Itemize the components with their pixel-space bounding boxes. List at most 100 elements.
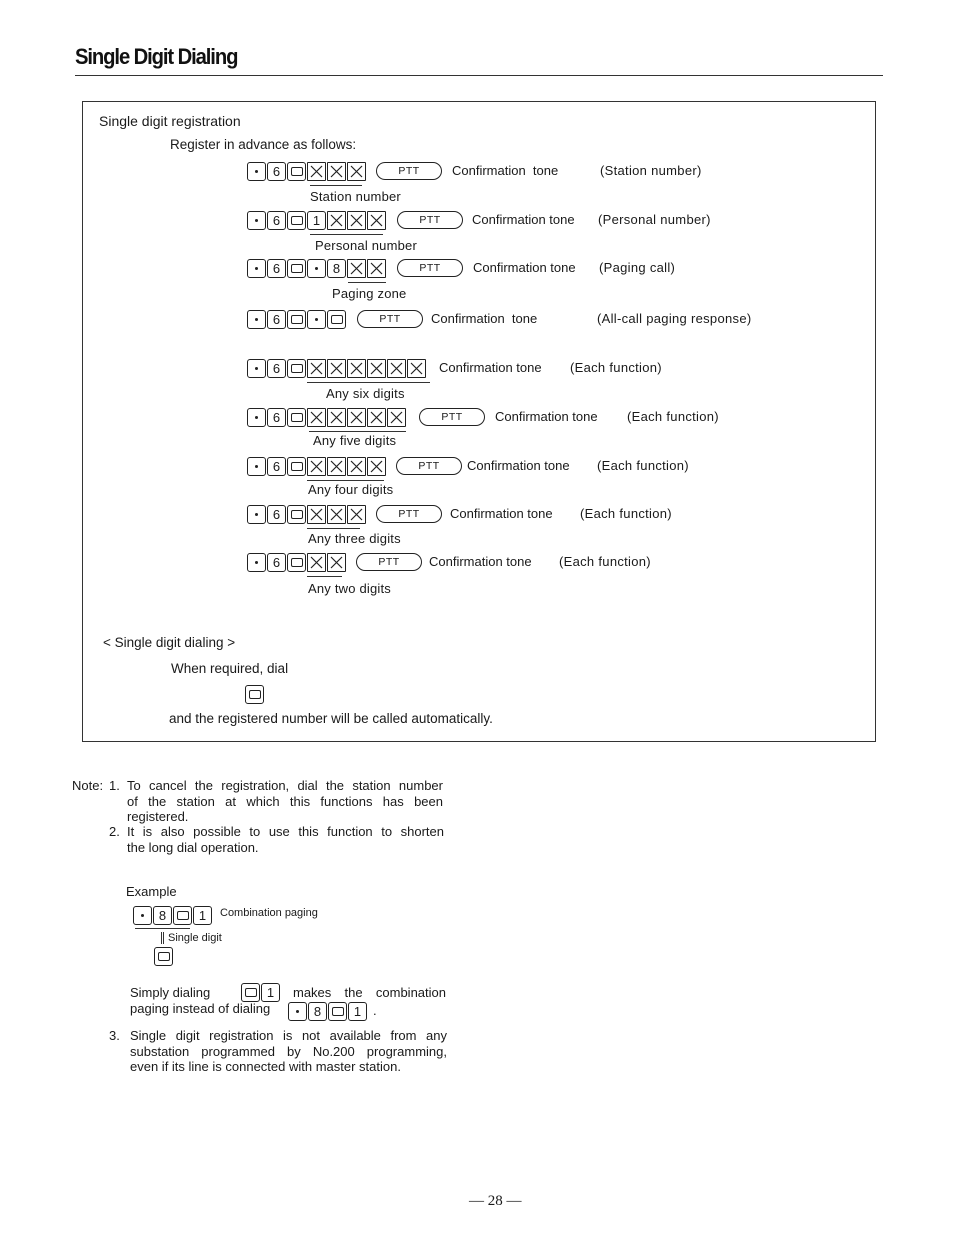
confirmation-tone-label: Confirmation tone [452,163,559,178]
key-any-digit [347,358,366,378]
key-any-digit [327,552,346,572]
key-digit-label: 6 [272,506,281,522]
x-mark-icon [310,508,323,520]
purpose-label: (Each function) [627,409,719,424]
key-any-digit [327,504,346,524]
x-mark-icon [370,411,383,423]
key-zero [154,947,173,966]
key-zero [287,456,306,476]
note-3-number: 3. [109,1028,120,1043]
x-mark-icon [350,508,363,520]
digit-group-label: Any six digits [326,386,405,401]
digit-group-label: Any five digits [313,433,397,448]
page-number: — 28 — [469,1193,522,1209]
equals-connector [161,932,164,944]
digit-group-label: Any four digits [308,482,394,497]
key-digit-label: 8 [332,260,341,276]
key-dot [307,309,326,329]
ptt-key: PTT [356,553,422,571]
key-any-digit [327,358,346,378]
key-any-digit [367,210,386,230]
x-mark-icon [350,165,363,177]
ptt-key: PTT [396,457,462,475]
purpose-label: (Personal number) [598,212,711,227]
confirmation-tone-label: Confirmation tone [450,506,553,521]
key-sequence: 6 [247,552,347,572]
confirmation-tone-label: Confirmation tone [472,212,575,227]
digit-group-label: Any three digits [308,531,401,546]
key-zero [173,905,192,925]
key-any-digit [367,258,386,278]
key-digit: 6 [267,456,286,476]
page-title: Single Digit Dialing [75,44,238,69]
key-digit: 8 [153,905,172,925]
key-any-digit [347,407,366,427]
x-mark-icon [350,214,363,226]
key-any-digit [387,358,406,378]
x-mark-icon [310,165,323,177]
key-dot [247,309,266,329]
key-digit-label: 6 [272,409,281,425]
key-any-digit [367,456,386,476]
note-1-line: registered. [127,809,189,824]
single-digit-key [154,947,174,966]
x-mark-icon [370,460,383,472]
purpose-label: (Each function) [570,360,662,375]
example-text-c: paging instead of dialing [130,1001,271,1016]
registration-heading: Single digit registration [99,113,241,129]
key-digit: 6 [267,407,286,427]
key-zero [287,210,306,230]
digit-group-label: Station number [310,189,401,204]
key-any-digit [327,161,346,181]
key-dot [247,552,266,572]
note-2-number: 2. [109,824,120,839]
ptt-key: PTT [376,162,442,180]
x-mark-icon [310,362,323,374]
key-any-digit [327,407,346,427]
x-mark-icon [330,214,343,226]
key-sequence: 6 [247,309,347,329]
key-sequence: 6 [247,504,367,524]
note-1: To cancel the registration, dial the sta… [127,778,443,825]
example-heading: Example [126,884,177,899]
key-zero [327,309,346,329]
key-dot [247,358,266,378]
key-any-digit [307,504,326,524]
key-sequence: 6 [247,358,427,378]
purpose-label: (Each function) [597,458,689,473]
x-mark-icon [370,214,383,226]
key-zero [287,161,306,181]
key-any-digit [387,407,406,427]
ptt-key: PTT [397,259,463,277]
purpose-label: (Each function) [580,506,672,521]
key-digit-label: 8 [313,1003,322,1019]
x-mark-icon [310,460,323,472]
x-mark-icon [390,362,403,374]
note-3-line: even if its line is connected with maste… [130,1059,401,1074]
note-1-line: of the station at which this functions h… [127,793,443,809]
confirmation-tone-label: Confirmation tone [439,360,542,375]
key-digit-label: 6 [272,458,281,474]
single-digit-label: Single digit [168,932,222,944]
key-dot [288,1001,307,1021]
x-mark-icon [410,362,423,374]
dialing-heading: < Single digit dialing > [103,635,236,650]
confirmation-tone-label: Confirmation tone [473,260,576,275]
key-dot [307,258,326,278]
example-text-end: . [373,1003,377,1018]
key-digit-label: 1 [312,212,321,228]
note-3-line: Single digit registration is not availab… [130,1028,447,1043]
example-text-a: Simply dialing [130,985,211,1000]
key-any-digit [367,407,386,427]
key-digit-label: 1 [353,1003,362,1019]
key-sequence: 6 [247,456,387,476]
key-dot [247,407,266,427]
x-mark-icon [350,262,363,274]
key-digit: 1 [193,905,212,925]
note-2-line: It is also possible to use this function… [127,824,444,839]
key-digit-label: 1 [198,907,207,923]
x-mark-icon [310,556,323,568]
note-1-line: To cancel the registration, dial the sta… [127,778,443,793]
key-digit-label: 6 [272,360,281,376]
digit-group-label: Paging zone [332,286,407,301]
